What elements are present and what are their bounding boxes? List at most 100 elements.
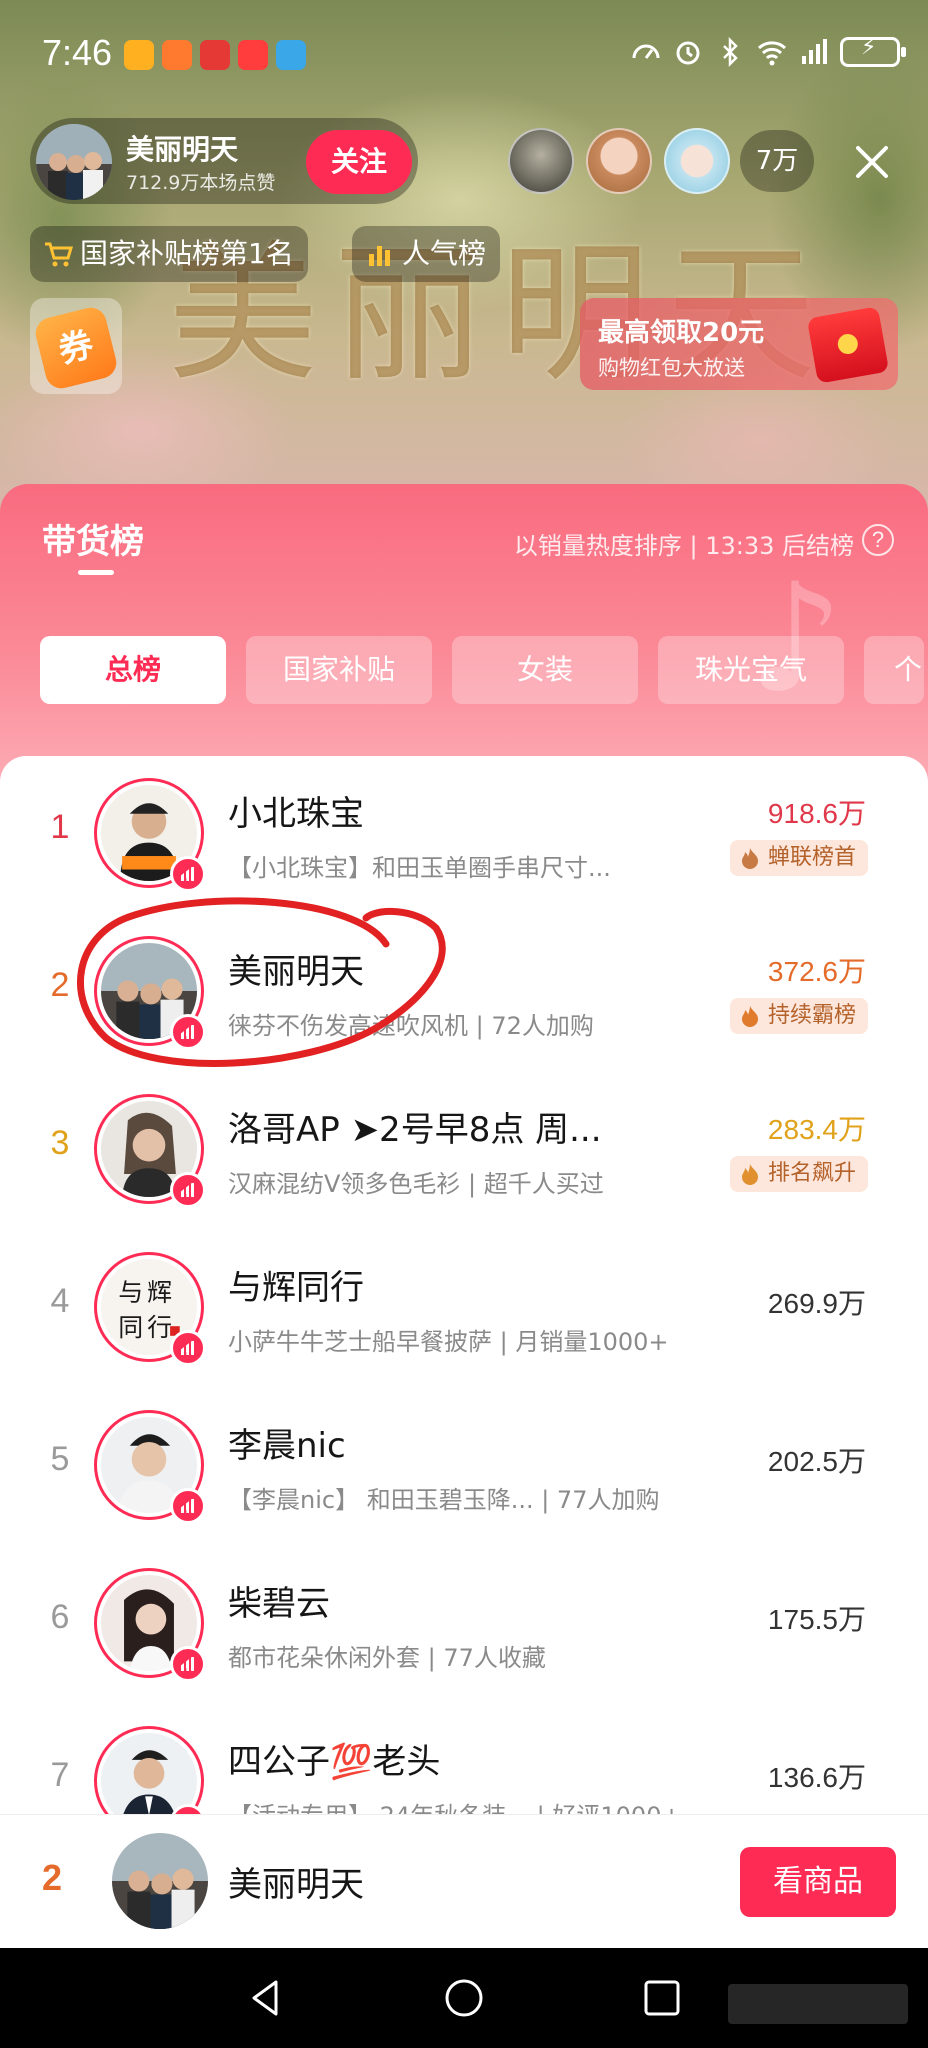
home-icon[interactable] — [442, 1976, 486, 2020]
streamer-name: 柴碧云 — [228, 1584, 330, 1624]
bar-chart-icon — [369, 246, 390, 266]
live-indicator-icon — [170, 1014, 206, 1050]
product-desc: 【李晨nic】 和田玉碧玉降... | 77人加购 — [228, 1486, 660, 1514]
tab-more[interactable]: 个 — [864, 636, 924, 704]
recents-icon[interactable] — [640, 1976, 684, 2020]
sales-value: 175.5万 — [767, 1604, 866, 1635]
ranking-row[interactable]: 5 李晨nic 【李晨nic】 和田玉碧玉降... | 77人加购 202.5万 — [0, 1388, 928, 1546]
rank-number: 6 — [50, 1598, 70, 1636]
signal-4g-icon — [802, 39, 827, 64]
watermark — [728, 1984, 908, 2024]
app-notification-icon — [276, 40, 306, 70]
live-indicator-icon — [170, 1646, 206, 1682]
flame-icon — [741, 1164, 758, 1185]
svg-text:行: 行 — [147, 1313, 172, 1342]
streamer-name: 与辉同行 — [228, 1268, 364, 1308]
live-indicator-icon — [170, 1488, 206, 1524]
sales-value: 283.4万 — [767, 1114, 866, 1145]
rank-number: 2 — [50, 966, 70, 1004]
ranking-row[interactable]: 1 小北珠宝 【小北珠宝】和田玉单圈手串尺寸... 918.6万 蝉联榜首 — [0, 756, 928, 914]
live-indicator-icon — [170, 1330, 206, 1366]
title-underline — [78, 570, 114, 575]
streamer-name: 美丽明天 — [228, 952, 364, 992]
national-subsidy-rank-tag[interactable]: 国家补贴榜第1名 — [30, 226, 308, 282]
product-desc: 小萨牛牛芝士船早餐披萨 | 月销量1000+ — [228, 1328, 669, 1356]
tab-womens-wear[interactable]: 女装 — [452, 636, 638, 704]
status-right-icons — [630, 35, 906, 68]
red-packet-subtitle: 购物红包大放送 — [598, 356, 745, 380]
battery-charging-icon — [840, 35, 906, 67]
ranking-row[interactable]: 4 与辉同行 与辉同行 小萨牛牛芝士船早餐披萨 | 月销量1000+ 269.9… — [0, 1230, 928, 1388]
sales-value: 372.6万 — [767, 956, 866, 987]
close-icon[interactable] — [848, 138, 896, 186]
tab-overall[interactable]: 总榜 — [40, 636, 226, 704]
ranking-tabs: 总榜 国家补贴 女装 珠光宝气 个 — [40, 636, 924, 704]
ranking-title: 带货榜 — [42, 522, 144, 562]
red-packet-title: 最高领取20元 — [598, 318, 765, 348]
current-streamer-bar: 2 美丽明天 看商品 — [0, 1814, 928, 1948]
svg-text:与: 与 — [118, 1278, 143, 1307]
current-rank: 2 — [42, 1857, 63, 1898]
tab-national-subsidy[interactable]: 国家补贴 — [246, 636, 432, 704]
app-notification-icon — [162, 40, 192, 70]
host-avatar[interactable] — [36, 124, 112, 200]
view-products-button[interactable]: 看商品 — [740, 1847, 896, 1917]
sales-value: 136.6万 — [767, 1762, 866, 1793]
product-desc: 徕芬不伤发高速吹风机 | 72人加购 — [228, 1012, 594, 1040]
back-icon[interactable] — [244, 1976, 288, 2020]
ranking-list: 1 小北珠宝 【小北珠宝】和田玉单圈手串尺寸... 918.6万 蝉联榜首 2 … — [0, 756, 928, 1846]
svg-text:辉: 辉 — [147, 1278, 172, 1307]
status-time: 7:46 — [42, 32, 113, 73]
status-bar: 7:46 — [0, 26, 928, 82]
rank-number: 4 — [50, 1282, 70, 1320]
wifi-icon — [757, 41, 787, 66]
live-stream-background: 美丽明天 7:46 美丽明天 — [0, 0, 928, 520]
ranking-row[interactable]: 6 柴碧云 都市花朵休闲外套 | 77人收藏 175.5万 — [0, 1546, 928, 1704]
streamer-name: 小北珠宝 — [228, 794, 364, 834]
coupon-card[interactable]: 券 — [30, 298, 122, 394]
bluetooth-icon — [723, 36, 738, 68]
host-avatar-photo — [36, 124, 112, 200]
rank-number: 7 — [50, 1756, 70, 1794]
alarm-icon — [676, 41, 700, 65]
app-notification-icon — [124, 40, 154, 70]
product-desc: 汉麻混纺V领多色毛衫 | 超千人买过 — [228, 1170, 604, 1198]
rank-badge: 持续霸榜 — [729, 998, 868, 1034]
streamer-name: 四公子💯老头 — [228, 1742, 441, 1782]
product-desc: 都市花朵休闲外套 | 77人收藏 — [228, 1644, 546, 1672]
help-icon[interactable]: ? — [862, 524, 894, 556]
rank-badge-label: 蝉联榜首 — [767, 845, 856, 870]
sales-value: 918.6万 — [767, 798, 866, 829]
tag-label: 人气榜 — [402, 237, 487, 270]
rank-badge-label: 持续霸榜 — [767, 1003, 856, 1028]
live-indicator-icon — [170, 856, 206, 892]
viewer-avatar[interactable] — [508, 128, 574, 194]
sales-value: 269.9万 — [767, 1288, 866, 1319]
red-envelope-icon — [806, 306, 890, 384]
viewer-avatar[interactable] — [586, 128, 652, 194]
rank-number: 1 — [50, 808, 70, 846]
current-streamer-name: 美丽明天 — [228, 1865, 364, 1905]
notification-icons — [124, 40, 306, 70]
product-desc: 【小北珠宝】和田玉单圈手串尺寸... — [228, 854, 611, 882]
sales-value: 202.5万 — [767, 1446, 866, 1477]
ranking-row[interactable]: 2 美丽明天 徕芬不伤发高速吹风机 | 72人加购 372.6万 持续霸榜 — [0, 914, 928, 1072]
viewer-avatar[interactable] — [664, 128, 730, 194]
viewer-count[interactable]: 7万 — [740, 130, 814, 192]
popularity-rank-tag[interactable]: 人气榜 — [352, 226, 501, 282]
ranking-row[interactable]: 3 洛哥AP ➤2号早8点 周... 汉麻混纺V领多色毛衫 | 超千人买过 28… — [0, 1072, 928, 1230]
rank-badge: 蝉联榜首 — [729, 840, 868, 876]
flame-icon — [741, 848, 758, 869]
current-streamer-avatar[interactable] — [112, 1833, 208, 1929]
flame-icon — [741, 1006, 758, 1027]
ranking-sheet: 带货榜 以销量热度排序 | 13:33 后结榜 ? ♪ 总榜 国家补贴 女装 珠… — [0, 484, 928, 1948]
host-name: 美丽明天 — [126, 133, 239, 166]
app-notification-icon — [200, 40, 230, 70]
tab-jewelry[interactable]: 珠光宝气 — [658, 636, 844, 704]
tag-label: 国家补贴榜第1名 — [80, 237, 294, 270]
svg-text:同: 同 — [118, 1313, 143, 1342]
follow-button[interactable]: 关注 — [306, 130, 412, 194]
red-packet-banner[interactable]: 最高领取20元 购物红包大放送 — [580, 298, 898, 390]
rank-number: 5 — [50, 1440, 70, 1478]
streamer-name: 洛哥AP ➤2号早8点 周... — [228, 1110, 602, 1150]
